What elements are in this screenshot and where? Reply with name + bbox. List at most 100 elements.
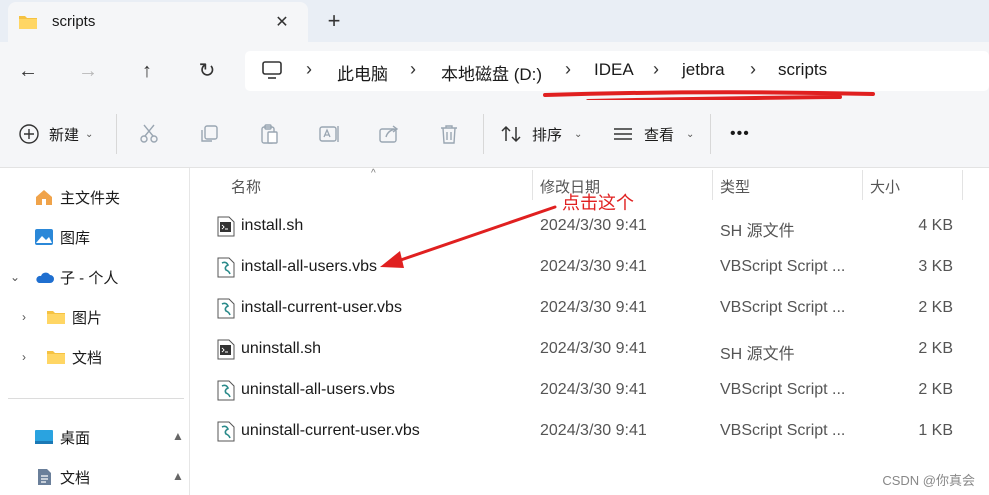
tab-strip: scripts ✕ + — [0, 0, 989, 42]
watermark: CSDN @你真会 — [882, 473, 975, 488]
toolbar-divider — [483, 114, 484, 154]
refresh-button[interactable]: ↻ — [192, 56, 222, 86]
breadcrumb-this-pc[interactable]: 此电脑 — [337, 60, 388, 85]
sidebar-item-label: 文档 — [72, 349, 103, 367]
delete-icon[interactable] — [437, 122, 461, 146]
file-type: SH 源文件 — [720, 346, 795, 363]
up-button[interactable]: ↑ — [132, 56, 162, 86]
annotation-arrow — [380, 205, 557, 268]
file-date: 2024/3/30 9:41 — [540, 299, 647, 316]
file-size: 4 KB — [918, 217, 953, 234]
tab-scripts[interactable]: scripts ✕ — [8, 2, 308, 42]
rename-icon[interactable] — [317, 122, 341, 146]
chevron-down-icon: ⌄ — [574, 128, 583, 140]
breadcrumb-idea[interactable]: IDEA — [594, 60, 634, 80]
view-button[interactable]: 查看 ⌄ — [612, 120, 694, 148]
file-row[interactable]: uninstall-current-user.vbs 2024/3/30 9:4… — [191, 412, 989, 453]
home-icon — [36, 190, 52, 205]
paste-icon[interactable] — [257, 122, 281, 146]
breadcrumb-separator[interactable]: › — [750, 59, 756, 80]
file-type: VBScript Script ... — [720, 422, 846, 439]
shell-script-file-icon — [217, 216, 235, 237]
vbscript-file-icon — [217, 380, 235, 401]
file-row[interactable]: install-all-users.vbs 2024/3/30 9:41 VBS… — [191, 248, 989, 289]
column-header-label: 名称 — [231, 178, 262, 196]
new-button-label: 新建 — [49, 126, 80, 144]
vbscript-file-icon — [217, 421, 235, 442]
pin-icon[interactable]: ▲ — [172, 429, 184, 443]
sidebar-item-label: 子 - 个人 — [60, 269, 119, 287]
file-name: install-all-users.vbs — [241, 258, 378, 275]
new-tab-button[interactable]: + — [320, 9, 348, 35]
sidebar-item-desktop[interactable]: 桌面 — [34, 423, 90, 451]
breadcrumb-separator[interactable]: › — [410, 59, 416, 80]
sidebar-item-documents-cloud[interactable]: 文档 — [46, 343, 102, 371]
file-date: 2024/3/30 9:41 — [540, 422, 647, 439]
sidebar-item-gallery[interactable]: 图库 — [34, 223, 90, 251]
file-name: uninstall-current-user.vbs — [241, 422, 420, 439]
file-type: VBScript Script ... — [720, 299, 846, 316]
sidebar-item-label: 图库 — [60, 229, 91, 247]
sidebar-item-pictures[interactable]: 图片 — [46, 303, 102, 331]
file-row[interactable]: install-current-user.vbs 2024/3/30 9:41 … — [191, 289, 989, 330]
sort-button[interactable]: 排序 ⌄ — [500, 120, 582, 148]
tab-title: scripts — [52, 13, 96, 30]
view-button-label: 查看 — [644, 126, 675, 144]
sidebar-item-label: 图片 — [72, 309, 103, 327]
expand-chevron-icon[interactable]: › — [22, 310, 26, 324]
expand-chevron-icon[interactable]: › — [22, 350, 26, 364]
file-size: 1 KB — [918, 422, 953, 439]
sort-icon — [501, 125, 521, 143]
sidebar-item-onedrive-personal[interactable]: 子 - 个人 — [34, 263, 118, 291]
forward-button[interactable]: → — [73, 56, 103, 86]
navigation-pane: 主文件夹 图库 ⌄ 子 - 个人 › 图片 › 文档 桌面 ▲ 文档 ▲ — [0, 168, 190, 495]
computer-icon — [262, 61, 282, 79]
file-name: uninstall.sh — [241, 340, 322, 357]
file-size: 2 KB — [918, 340, 953, 357]
expand-chevron-icon[interactable]: ⌄ — [10, 270, 20, 284]
file-date: 2024/3/30 9:41 — [540, 381, 647, 398]
column-header-type[interactable]: 类型 — [720, 168, 860, 204]
file-type: SH 源文件 — [720, 223, 795, 240]
file-name: install-current-user.vbs — [241, 299, 402, 316]
vbscript-file-icon — [217, 298, 235, 319]
file-size: 2 KB — [918, 381, 953, 398]
cut-icon[interactable] — [137, 122, 161, 146]
breadcrumb-separator[interactable]: › — [306, 59, 312, 80]
gallery-icon — [35, 229, 53, 245]
breadcrumb-jetbra[interactable]: jetbra — [682, 60, 725, 80]
column-divider[interactable] — [712, 170, 713, 200]
file-list: ^ 名称 修改日期 类型 大小 install.sh 2024/3/30 9:4… — [191, 168, 989, 495]
sort-button-label: 排序 — [532, 126, 563, 144]
sidebar-item-documents[interactable]: 文档 — [34, 463, 90, 491]
breadcrumb-drive-d[interactable]: 本地磁盘 (D:) — [441, 60, 542, 85]
column-divider[interactable] — [862, 170, 863, 200]
cloud-icon — [36, 272, 54, 283]
breadcrumb-separator[interactable]: › — [565, 59, 571, 80]
breadcrumb-separator[interactable]: › — [653, 59, 659, 80]
file-row[interactable]: uninstall-all-users.vbs 2024/3/30 9:41 V… — [191, 371, 989, 412]
column-divider[interactable] — [962, 170, 963, 200]
close-tab-icon[interactable]: ✕ — [270, 11, 294, 35]
column-header-label: 大小 — [870, 178, 901, 196]
back-button[interactable]: ← — [13, 56, 43, 86]
new-button[interactable]: 新建 ⌄ — [18, 120, 93, 148]
toolbar-divider — [116, 114, 117, 154]
desktop-icon — [35, 430, 53, 444]
document-icon — [38, 469, 51, 485]
sidebar-item-label: 主文件夹 — [60, 189, 121, 207]
sidebar-item-home[interactable]: 主文件夹 — [34, 183, 120, 211]
folder-icon — [47, 311, 65, 324]
column-header-size[interactable]: 大小 — [870, 168, 960, 204]
command-bar: 新建 ⌄ 排序 ⌄ 查看 ⌄ ••• — [0, 100, 989, 168]
more-options-button[interactable]: ••• — [730, 120, 750, 148]
file-type: VBScript Script ... — [720, 381, 846, 398]
pin-icon[interactable]: ▲ — [172, 469, 184, 483]
address-bar[interactable]: › 此电脑 › 本地磁盘 (D:) › IDEA › jetbra › scri… — [245, 51, 989, 91]
file-type: VBScript Script ... — [720, 258, 846, 275]
copy-icon[interactable] — [197, 122, 221, 146]
file-size: 2 KB — [918, 299, 953, 316]
file-row[interactable]: uninstall.sh 2024/3/30 9:41 SH 源文件 2 KB — [191, 330, 989, 371]
breadcrumb-scripts[interactable]: scripts — [778, 60, 827, 80]
share-icon[interactable] — [377, 122, 401, 146]
